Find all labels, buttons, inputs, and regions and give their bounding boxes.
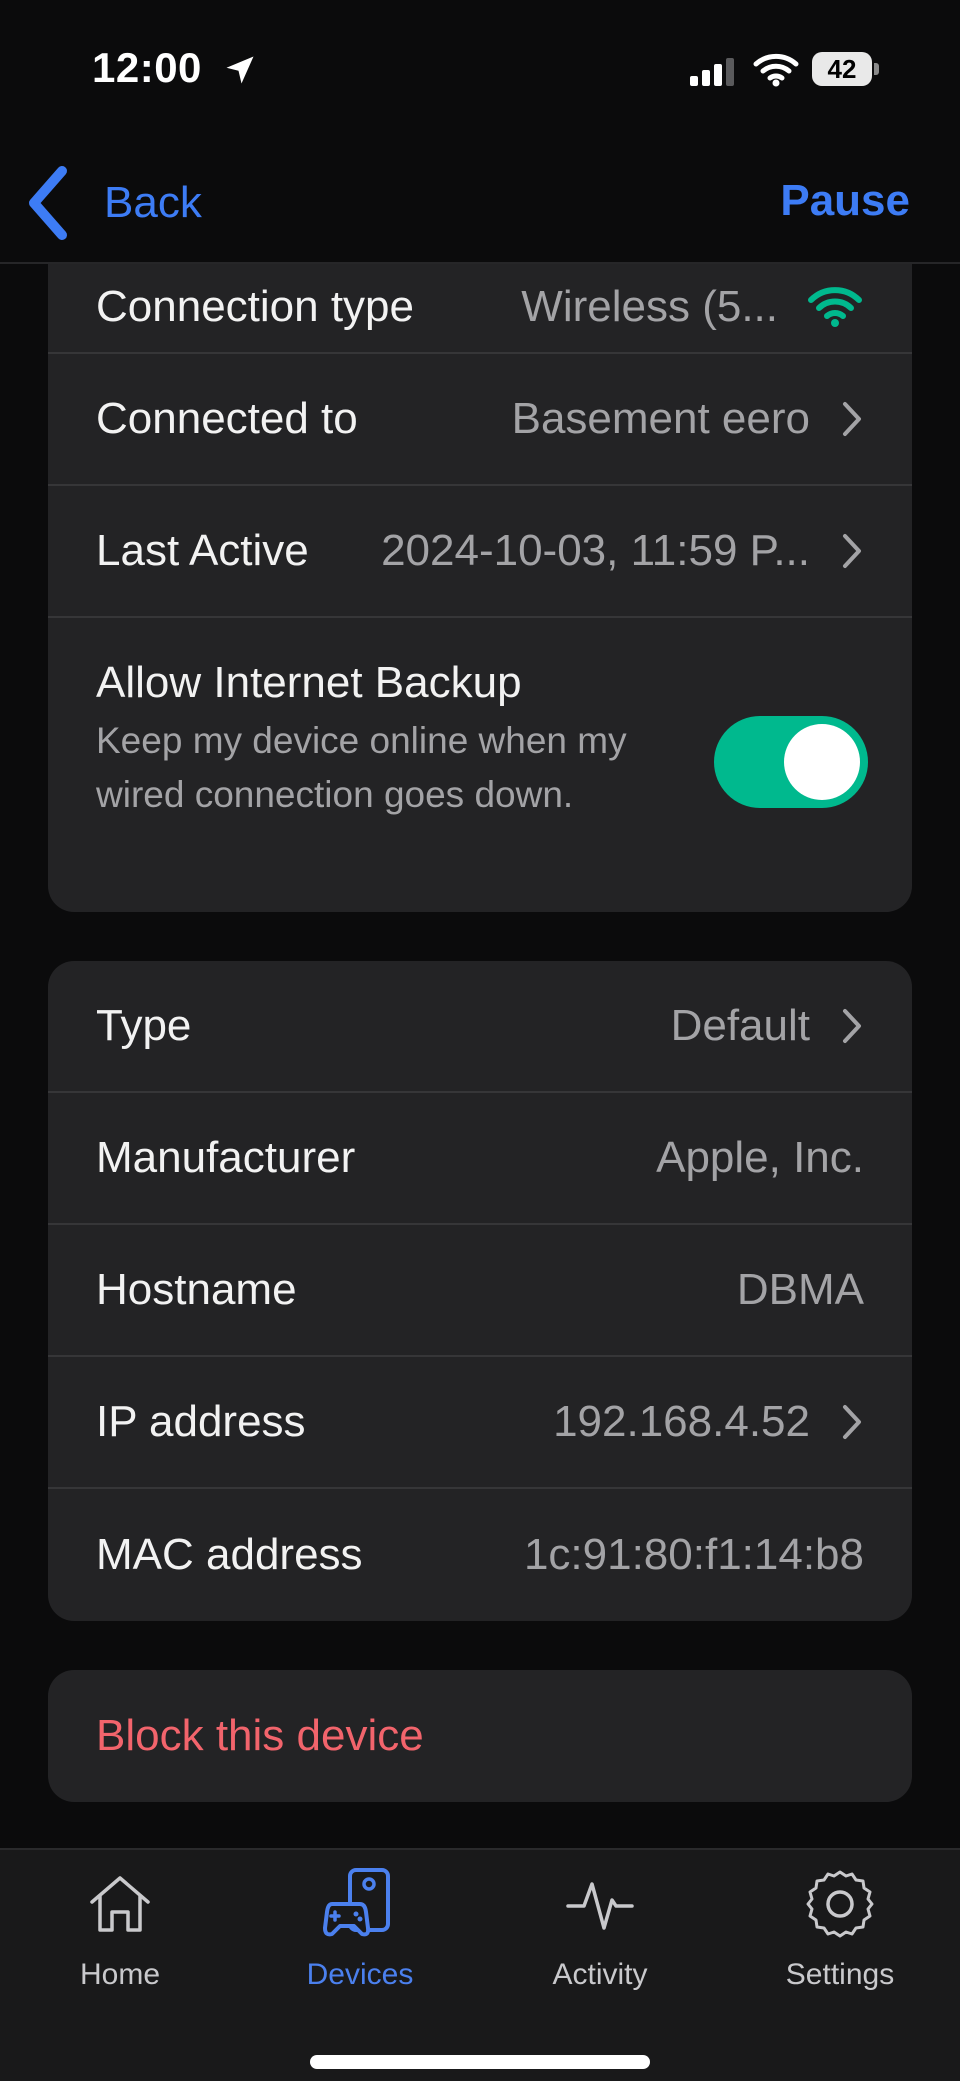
tab-bar: Home Devices Activity Settings <box>0 1848 960 2081</box>
settings-icon <box>806 1870 874 1938</box>
battery-indicator: 42 <box>812 52 879 86</box>
status-time: 12:00 <box>92 44 202 91</box>
tab-devices[interactable]: Devices <box>240 1866 480 2026</box>
devices-icon <box>323 1868 390 1937</box>
tab-label: Devices <box>306 1958 414 1991</box>
wifi-status-icon <box>753 53 799 87</box>
tab-label: Settings <box>785 1958 895 1991</box>
chevron-left-icon <box>29 166 67 240</box>
status-bar: 12:00 42 <box>0 0 960 140</box>
tab-label: Activity <box>552 1958 648 1991</box>
block-device-button[interactable]: Block this device <box>48 1670 912 1802</box>
row-label: Manufacturer <box>96 1133 356 1182</box>
row-label: IP address <box>96 1397 306 1446</box>
block-device-card: Block this device <box>48 1670 912 1802</box>
back-label: Back <box>104 178 202 227</box>
row-label: Hostname <box>96 1265 297 1314</box>
chevron-right-icon <box>843 1009 861 1043</box>
row-value: DBMA <box>736 1265 864 1314</box>
row-value: Basement eero <box>511 394 810 443</box>
last-active-row[interactable]: Last Active 2024-10-03, 11:59 P... <box>48 486 912 618</box>
back-button[interactable]: Back <box>24 158 202 248</box>
row-label: MAC address <box>96 1530 363 1579</box>
tab-activity[interactable]: Activity <box>480 1866 720 2026</box>
tab-home[interactable]: Home <box>0 1866 240 2026</box>
internet-backup-description: Keep my device online when my wired conn… <box>96 720 627 815</box>
row-label: Last Active <box>96 526 309 575</box>
internet-backup-title: Allow Internet Backup <box>96 658 522 707</box>
location-arrow-icon <box>226 56 254 84</box>
row-value: 1c:91:80:f1:14:b8 <box>523 1530 864 1579</box>
tab-settings[interactable]: Settings <box>720 1866 960 2026</box>
cellular-signal-icon <box>690 58 734 86</box>
hostname-row: Hostname DBMA <box>48 1225 912 1357</box>
chevron-right-icon <box>843 1405 861 1439</box>
row-value: Apple, Inc. <box>656 1133 864 1182</box>
battery-level: 42 <box>812 52 872 86</box>
navigation-bar: Back Pause <box>0 140 960 264</box>
home-indicator[interactable] <box>310 2055 650 2069</box>
toggle-knob <box>784 724 860 800</box>
row-label: Connection type <box>96 282 414 331</box>
activity-icon <box>566 1882 634 1930</box>
row-value: 192.168.4.52 <box>553 1397 810 1446</box>
block-device-label: Block this device <box>96 1711 424 1760</box>
row-label: Connected to <box>96 394 358 443</box>
wifi-signal-icon <box>808 287 862 327</box>
pause-button[interactable]: Pause <box>780 176 910 226</box>
chevron-right-icon <box>843 402 861 436</box>
row-value: Wireless (5... <box>521 282 778 331</box>
row-value: 2024-10-03, 11:59 P... <box>381 526 810 575</box>
row-label: Type <box>96 1001 192 1050</box>
tab-label: Home <box>79 1958 161 1991</box>
battery-tip <box>874 63 879 75</box>
connected-to-row[interactable]: Connected to Basement eero <box>48 354 912 486</box>
type-row[interactable]: Type Default <box>48 961 912 1093</box>
manufacturer-row: Manufacturer Apple, Inc. <box>48 1093 912 1225</box>
device-details-card: Type Default Manufacturer Apple, Inc. Ho… <box>48 961 912 1621</box>
home-icon <box>90 1876 150 1932</box>
mac-address-row: MAC address 1c:91:80:f1:14:b8 <box>48 1489 912 1621</box>
ip-address-row[interactable]: IP address 192.168.4.52 <box>48 1357 912 1489</box>
internet-backup-row: Allow Internet Backup Keep my device onl… <box>48 618 912 912</box>
connection-type-row: Connection type Wireless (5... <box>48 262 912 354</box>
internet-backup-toggle[interactable] <box>714 716 868 808</box>
row-value: Default <box>670 1001 810 1050</box>
connection-card: Connection type Wireless (5... Connected… <box>48 262 912 912</box>
internet-backup-text: Allow Internet Backup Keep my device onl… <box>96 658 696 822</box>
chevron-right-icon <box>843 534 861 568</box>
